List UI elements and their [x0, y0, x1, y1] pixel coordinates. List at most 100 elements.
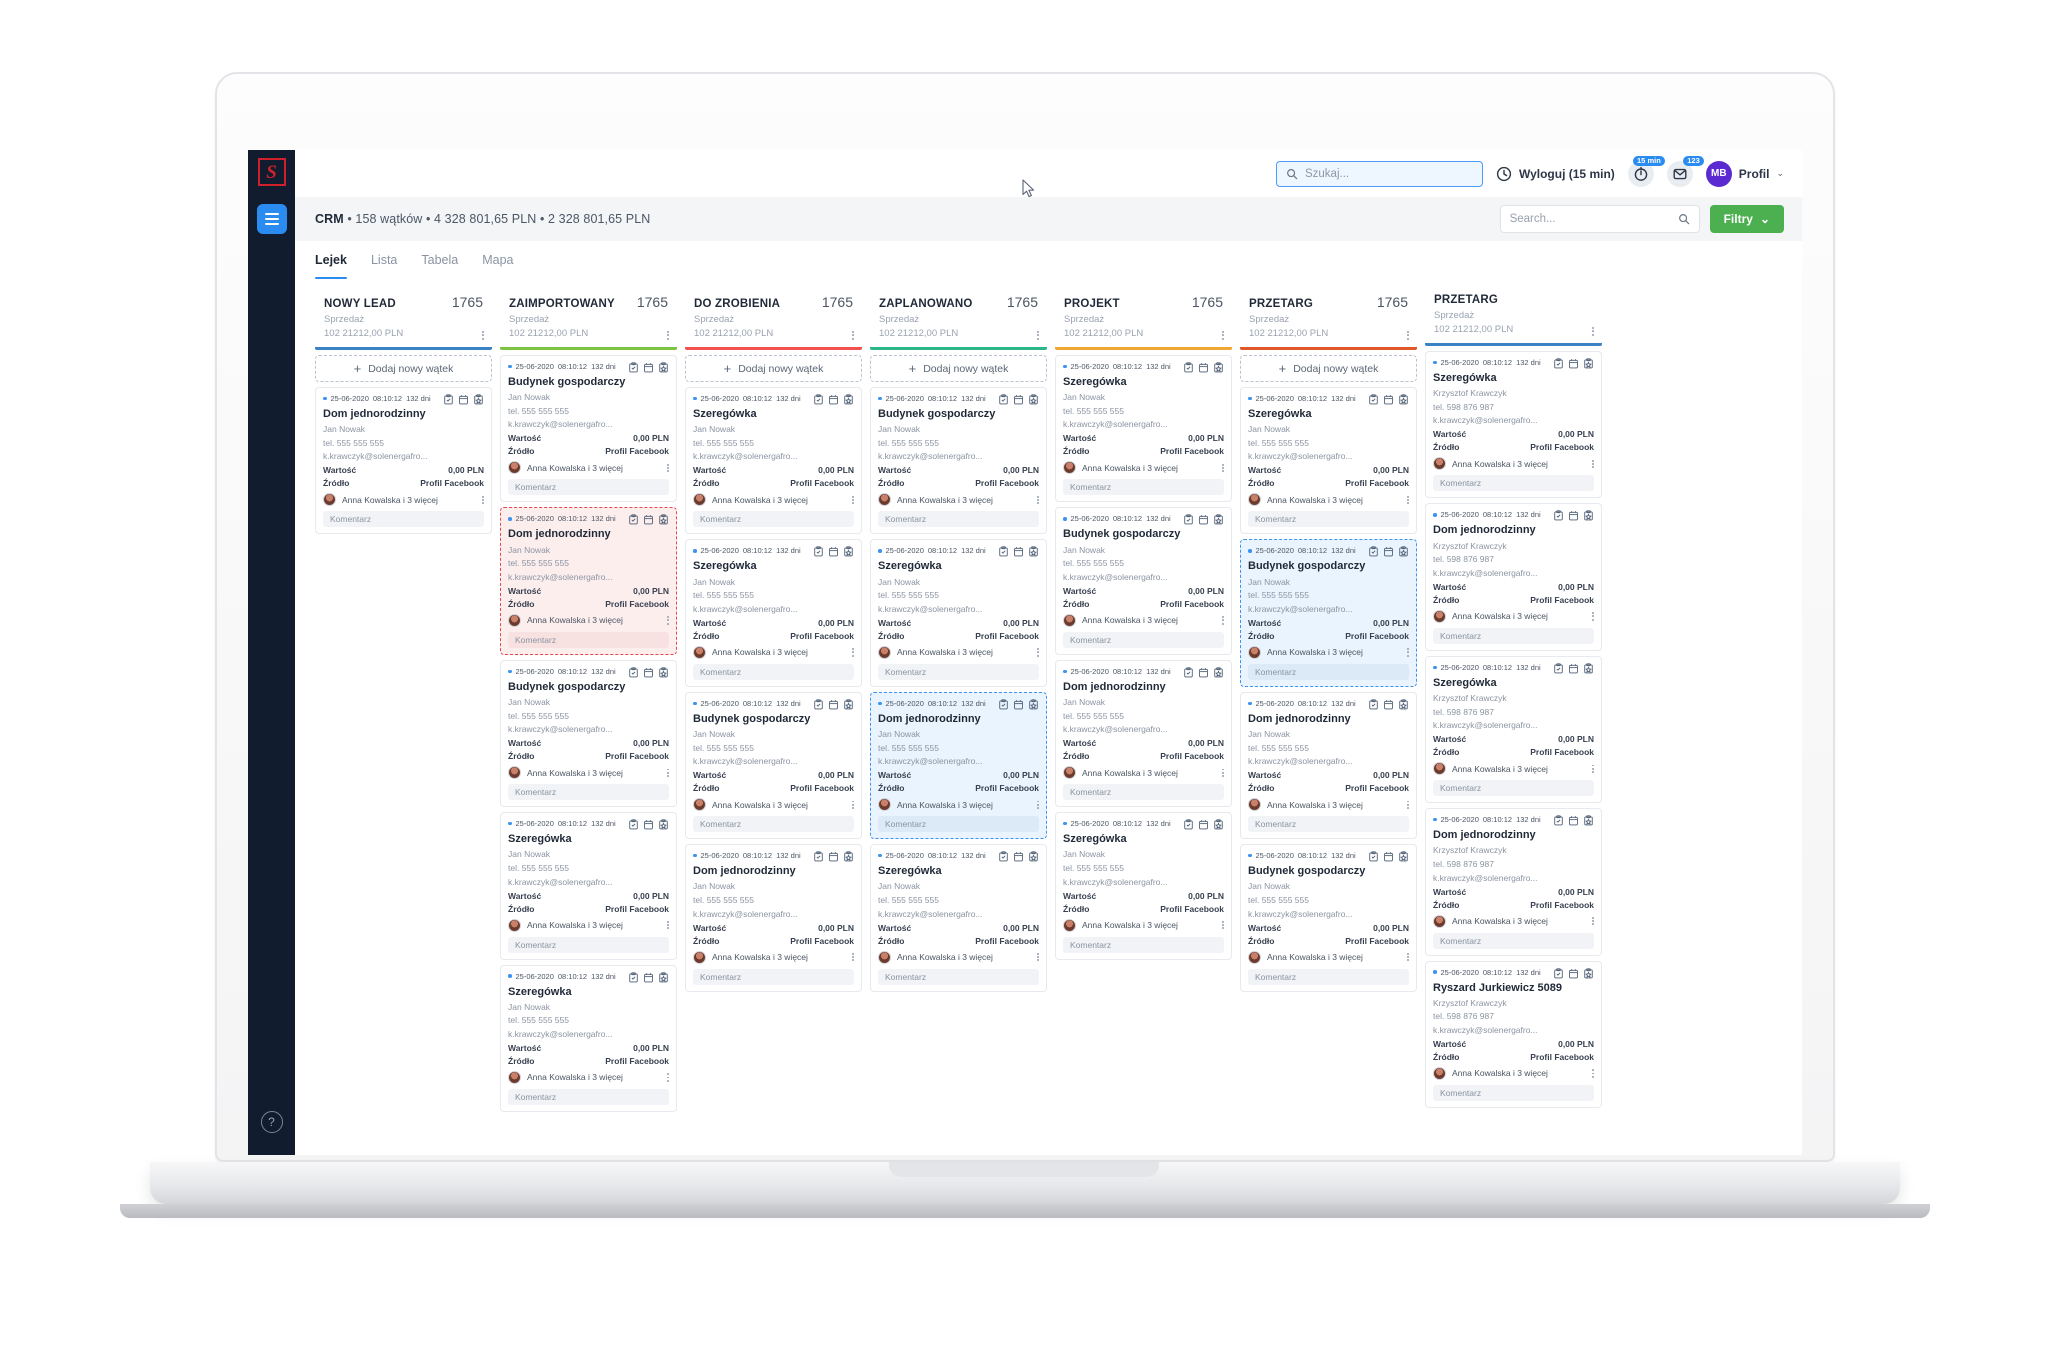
comment-input[interactable]: Komentarz: [323, 511, 484, 528]
clipboard-star-icon[interactable]: [843, 851, 854, 862]
clipboard-star-icon[interactable]: [1028, 699, 1039, 710]
card-more-menu-icon[interactable]: [1407, 495, 1409, 505]
column-menu-icon[interactable]: [1037, 331, 1039, 340]
help-icon[interactable]: ?: [260, 1111, 283, 1133]
card-more-menu-icon[interactable]: [1407, 952, 1409, 962]
calendar-icon[interactable]: [1383, 699, 1394, 710]
assignee[interactable]: Anna Kowalska i 3 więcej: [1063, 766, 1178, 780]
calendar-icon[interactable]: [1568, 510, 1579, 521]
task-clipboard-icon[interactable]: [1368, 851, 1379, 862]
clipboard-star-icon[interactable]: [658, 667, 669, 678]
deal-card[interactable]: 25-06-2020 08:10:12 132 dni Dom jednorodzin…: [1425, 503, 1602, 651]
task-clipboard-icon[interactable]: [628, 667, 639, 678]
card-more-menu-icon[interactable]: [1222, 616, 1224, 625]
card-more-menu-icon[interactable]: [1407, 648, 1409, 657]
task-clipboard-icon[interactable]: [1553, 358, 1564, 369]
calendar-icon[interactable]: [1568, 815, 1579, 826]
clipboard-star-icon[interactable]: [1028, 394, 1039, 405]
calendar-icon[interactable]: [1568, 663, 1579, 674]
calendar-icon[interactable]: [643, 972, 654, 983]
clipboard-star-icon[interactable]: [1583, 358, 1594, 369]
global-search-input[interactable]: Szukaj...: [1275, 160, 1483, 187]
task-clipboard-icon[interactable]: [1368, 699, 1379, 710]
calendar-icon[interactable]: [1198, 514, 1209, 525]
assignee[interactable]: Anna Kowalska i 3 więcej: [693, 950, 808, 964]
calendar-icon[interactable]: [1198, 362, 1209, 373]
card-more-menu-icon[interactable]: [667, 616, 669, 625]
task-clipboard-icon[interactable]: [443, 394, 454, 405]
assignee[interactable]: Anna Kowalska i 3 więcej: [878, 645, 993, 659]
assignee[interactable]: Anna Kowalska i 3 więcej: [1063, 613, 1178, 627]
task-clipboard-icon[interactable]: [998, 851, 1009, 862]
comment-input[interactable]: Komentarz: [878, 968, 1039, 985]
clipboard-star-icon[interactable]: [658, 971, 669, 983]
deal-card[interactable]: 25-06-2020 08:10:12 132 dni Dom jednorodzin…: [1240, 691, 1417, 840]
column-menu-icon[interactable]: [852, 331, 854, 340]
calendar-icon[interactable]: [1198, 819, 1209, 830]
comment-input[interactable]: Komentarz: [508, 479, 669, 496]
logout-button[interactable]: Wyloguj (15 min): [1496, 166, 1615, 182]
add-thread-button[interactable]: + Dodaj nowy wątek: [870, 355, 1047, 383]
assignee[interactable]: Anna Kowalska i 3 więcej: [693, 798, 808, 812]
deal-card[interactable]: 25-06-2020 08:10:12 132 dni Budynek gospoda…: [1055, 507, 1232, 655]
assignee[interactable]: Anna Kowalska i 3 więcej: [1248, 493, 1363, 507]
assignee[interactable]: Anna Kowalska i 3 więcej: [508, 461, 623, 475]
deal-card[interactable]: 25-06-2020 08:10:12 132 dni Budynek gospoda…: [500, 355, 677, 503]
comment-input[interactable]: Komentarz: [1248, 968, 1409, 985]
card-more-menu-icon[interactable]: [1407, 800, 1409, 809]
card-more-menu-icon[interactable]: [852, 952, 854, 962]
calendar-icon[interactable]: [1568, 968, 1579, 979]
add-thread-button[interactable]: + Dodaj nowy wątek: [315, 355, 492, 383]
assignee[interactable]: Anna Kowalska i 3 więcej: [508, 766, 623, 780]
column-menu-icon[interactable]: [667, 331, 669, 340]
clipboard-star-icon[interactable]: [473, 394, 484, 405]
deal-card[interactable]: 25-06-2020 08:10:12 132 dni Szeregówka Jan N…: [870, 844, 1047, 992]
assignee[interactable]: Anna Kowalska i 3 więcej: [878, 950, 993, 964]
comment-input[interactable]: Komentarz: [693, 663, 854, 680]
assignee[interactable]: Anna Kowalska i 3 więcej: [1433, 457, 1548, 471]
calendar-icon[interactable]: [1568, 358, 1579, 369]
comment-input[interactable]: Komentarz: [1248, 511, 1409, 528]
deal-card[interactable]: 25-06-2020 08:10:12 132 dni Ryszard Jurkiew…: [1425, 960, 1602, 1108]
comment-input[interactable]: Komentarz: [1433, 475, 1594, 492]
comment-input[interactable]: Komentarz: [1063, 784, 1224, 801]
calendar-icon[interactable]: [643, 667, 654, 678]
clipboard-star-icon[interactable]: [1398, 851, 1409, 862]
clipboard-star-icon[interactable]: [658, 362, 669, 373]
deal-card[interactable]: 25-06-2020 08:10:12 132 dni Dom jednorodzin…: [315, 387, 492, 535]
card-more-menu-icon[interactable]: [1592, 764, 1594, 773]
deal-card[interactable]: 25-06-2020 08:10:12 132 dni Budynek gospoda…: [685, 691, 862, 840]
card-more-menu-icon[interactable]: [1222, 463, 1224, 473]
deal-card[interactable]: 25-06-2020 08:10:12 132 dni Szeregówka Jan N…: [500, 812, 677, 960]
task-clipboard-icon[interactable]: [1183, 362, 1194, 373]
clipboard-star-icon[interactable]: [1398, 546, 1409, 557]
calendar-icon[interactable]: [643, 362, 654, 373]
task-clipboard-icon[interactable]: [628, 971, 639, 983]
board-search-input[interactable]: Search...: [1499, 205, 1700, 233]
clipboard-star-icon[interactable]: [1213, 819, 1224, 830]
comment-input[interactable]: Komentarz: [1433, 627, 1594, 644]
deal-card[interactable]: 25-06-2020 08:10:12 132 dni Dom jednorodzin…: [685, 844, 862, 992]
assignee[interactable]: Anna Kowalska i 3 więcej: [1063, 918, 1178, 932]
deal-card[interactable]: 25-06-2020 08:10:12 132 dni Budynek gospoda…: [870, 387, 1047, 535]
clipboard-star-icon[interactable]: [1028, 546, 1039, 557]
clipboard-star-icon[interactable]: [843, 546, 854, 557]
task-clipboard-icon[interactable]: [813, 851, 824, 862]
calendar-icon[interactable]: [643, 819, 654, 830]
comment-input[interactable]: Komentarz: [508, 1088, 669, 1105]
tab-lejek[interactable]: Lejek: [315, 241, 347, 279]
comment-input[interactable]: Komentarz: [1248, 816, 1409, 833]
card-more-menu-icon[interactable]: [852, 648, 854, 657]
assignee[interactable]: Anna Kowalska i 3 więcej: [1248, 645, 1363, 659]
assignee[interactable]: Anna Kowalska i 3 więcej: [1433, 1066, 1548, 1080]
card-more-menu-icon[interactable]: [852, 800, 854, 809]
comment-input[interactable]: Komentarz: [693, 968, 854, 985]
card-more-menu-icon[interactable]: [667, 1073, 669, 1082]
task-clipboard-icon[interactable]: [998, 394, 1009, 405]
calendar-icon[interactable]: [828, 394, 839, 405]
comment-input[interactable]: Komentarz: [878, 816, 1039, 833]
calendar-icon[interactable]: [1013, 394, 1024, 405]
comment-input[interactable]: Komentarz: [1433, 1084, 1594, 1101]
assignee[interactable]: Anna Kowalska i 3 więcej: [1433, 609, 1548, 623]
task-clipboard-icon[interactable]: [1183, 819, 1194, 830]
